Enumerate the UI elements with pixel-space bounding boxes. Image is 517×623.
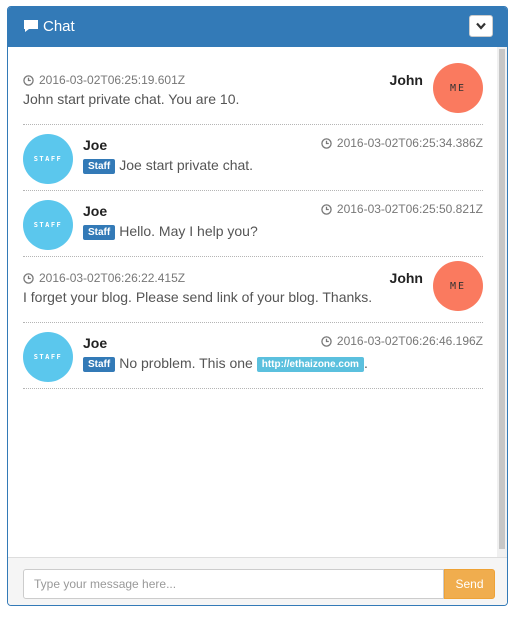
chevron-down-icon bbox=[476, 22, 486, 30]
message-timestamp: 2016-03-02T06:26:22.415Z bbox=[23, 271, 185, 285]
sender-name: Joe bbox=[83, 203, 108, 219]
scrollbar[interactable] bbox=[497, 47, 507, 557]
panel-footer: Send bbox=[8, 557, 507, 605]
avatar: ME bbox=[433, 261, 483, 311]
clock-icon bbox=[23, 74, 34, 86]
send-button[interactable]: Send bbox=[444, 569, 495, 599]
message-timestamp: 2016-03-02T06:25:50.821Z bbox=[321, 202, 483, 216]
avatar: STAFF bbox=[23, 134, 73, 184]
message-text: Staff No problem. This one http://ethaizo… bbox=[83, 355, 368, 372]
staff-badge: Staff bbox=[83, 357, 116, 372]
staff-badge: Staff bbox=[83, 225, 116, 240]
chat-message: STAFF Joe 2016-03-02T06:25:50.821Z Staff… bbox=[23, 191, 483, 257]
message-text: Staff Joe start private chat. bbox=[83, 157, 253, 174]
avatar: STAFF bbox=[23, 332, 73, 382]
staff-badge: Staff bbox=[83, 159, 116, 174]
message-timestamp: 2016-03-02T06:25:19.601Z bbox=[23, 73, 185, 87]
message-text: I forget your blog. Please send link of … bbox=[23, 289, 373, 305]
chat-message: STAFF Joe 2016-03-02T06:25:34.386Z Staff… bbox=[23, 125, 483, 191]
clock-icon bbox=[23, 272, 34, 284]
clock-icon bbox=[321, 203, 332, 215]
blog-link[interactable]: http://ethaizone.com bbox=[256, 357, 364, 372]
chat-message: STAFF Joe 2016-03-02T06:26:46.196Z Staff… bbox=[23, 323, 483, 389]
collapse-button[interactable] bbox=[469, 15, 493, 37]
message-input[interactable] bbox=[23, 569, 444, 599]
message-timestamp: 2016-03-02T06:25:34.386Z bbox=[321, 136, 483, 150]
clock-icon bbox=[321, 137, 332, 149]
sender-name: John bbox=[389, 72, 423, 88]
panel-title: Chat bbox=[43, 18, 75, 35]
message-list: 2016-03-02T06:25:19.601Z John John start… bbox=[23, 59, 483, 389]
message-timestamp: 2016-03-02T06:26:46.196Z bbox=[321, 334, 483, 348]
panel-heading: Chat bbox=[8, 7, 507, 47]
clock-icon bbox=[321, 335, 332, 347]
comment-icon bbox=[24, 20, 38, 32]
message-text: Staff Hello. May I help you? bbox=[83, 223, 258, 240]
chat-message: 2016-03-02T06:25:19.601Z John John start… bbox=[23, 59, 483, 125]
chat-body[interactable]: 2016-03-02T06:25:19.601Z John John start… bbox=[8, 47, 507, 557]
scrollbar-thumb[interactable] bbox=[499, 49, 505, 549]
sender-name: Joe bbox=[83, 335, 108, 351]
sender-name: Joe bbox=[83, 137, 108, 153]
sender-name: John bbox=[389, 270, 423, 286]
avatar: ME bbox=[433, 63, 483, 113]
chat-message: 2016-03-02T06:26:22.415Z John I forget y… bbox=[23, 257, 483, 323]
message-text: John start private chat. You are 10. bbox=[23, 91, 240, 107]
avatar: STAFF bbox=[23, 200, 73, 250]
chat-panel: Chat 2016-03-02T06:25:19.601Z John John … bbox=[7, 6, 508, 606]
